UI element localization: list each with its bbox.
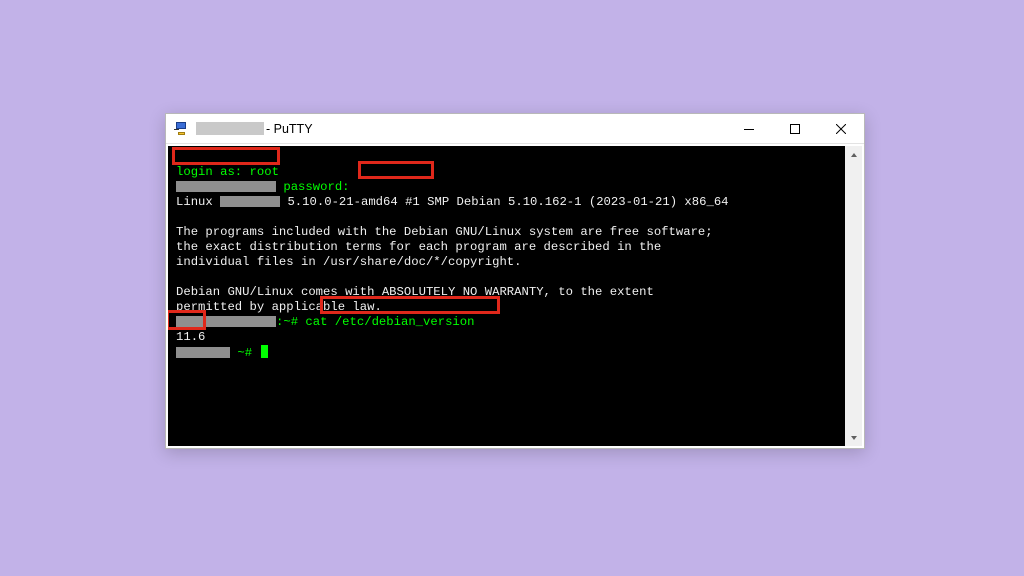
motd-line-4: Debian GNU/Linux comes with ABSOLUTELY N… — [176, 285, 654, 299]
scroll-up-button[interactable] — [845, 146, 862, 163]
redacted-hostname — [196, 122, 264, 135]
redacted-host — [220, 196, 280, 207]
command-output: 11.6 — [176, 330, 205, 344]
maximize-button[interactable] — [772, 114, 818, 143]
putty-icon — [174, 121, 190, 137]
motd-line-1: The programs included with the Debian GN… — [176, 225, 713, 239]
minimize-button[interactable] — [726, 114, 772, 143]
command-cat: cat /etc/debian_version — [305, 315, 474, 329]
terminal-content: login as: root password: Linux 5.10.0-21… — [176, 150, 842, 442]
redacted-prompt-host-2 — [176, 347, 230, 358]
redacted-prompt-host — [176, 316, 276, 327]
motd-line-5: permitted by applicable law. — [176, 300, 382, 314]
cursor-block — [261, 345, 268, 358]
login-prompt: login as: — [176, 165, 250, 179]
login-user: root — [250, 165, 279, 179]
kernel-prefix: Linux — [176, 195, 220, 209]
window-title: - PuTTY — [196, 122, 313, 136]
kernel-line: 5.10.0-21-amd64 #1 SMP Debian 5.10.162-1… — [280, 195, 728, 209]
password-label: password: — [283, 180, 349, 194]
redacted-user-host — [176, 181, 276, 192]
terminal-scrollbar[interactable] — [845, 146, 862, 446]
prompt2-tail: ~# — [230, 346, 259, 360]
window-titlebar[interactable]: - PuTTY — [166, 114, 864, 144]
scroll-track[interactable] — [845, 163, 862, 429]
scroll-down-button[interactable] — [845, 429, 862, 446]
terminal-area[interactable]: login as: root password: Linux 5.10.0-21… — [168, 146, 862, 446]
motd-line-3: individual files in /usr/share/doc/*/cop… — [176, 255, 522, 269]
prompt-tail: :~# — [276, 315, 305, 329]
putty-window: - PuTTY login as: root password: Linux 5… — [165, 113, 865, 449]
close-button[interactable] — [818, 114, 864, 143]
page-background: - PuTTY login as: root password: Linux 5… — [0, 0, 1024, 576]
motd-line-2: the exact distribution terms for each pr… — [176, 240, 661, 254]
